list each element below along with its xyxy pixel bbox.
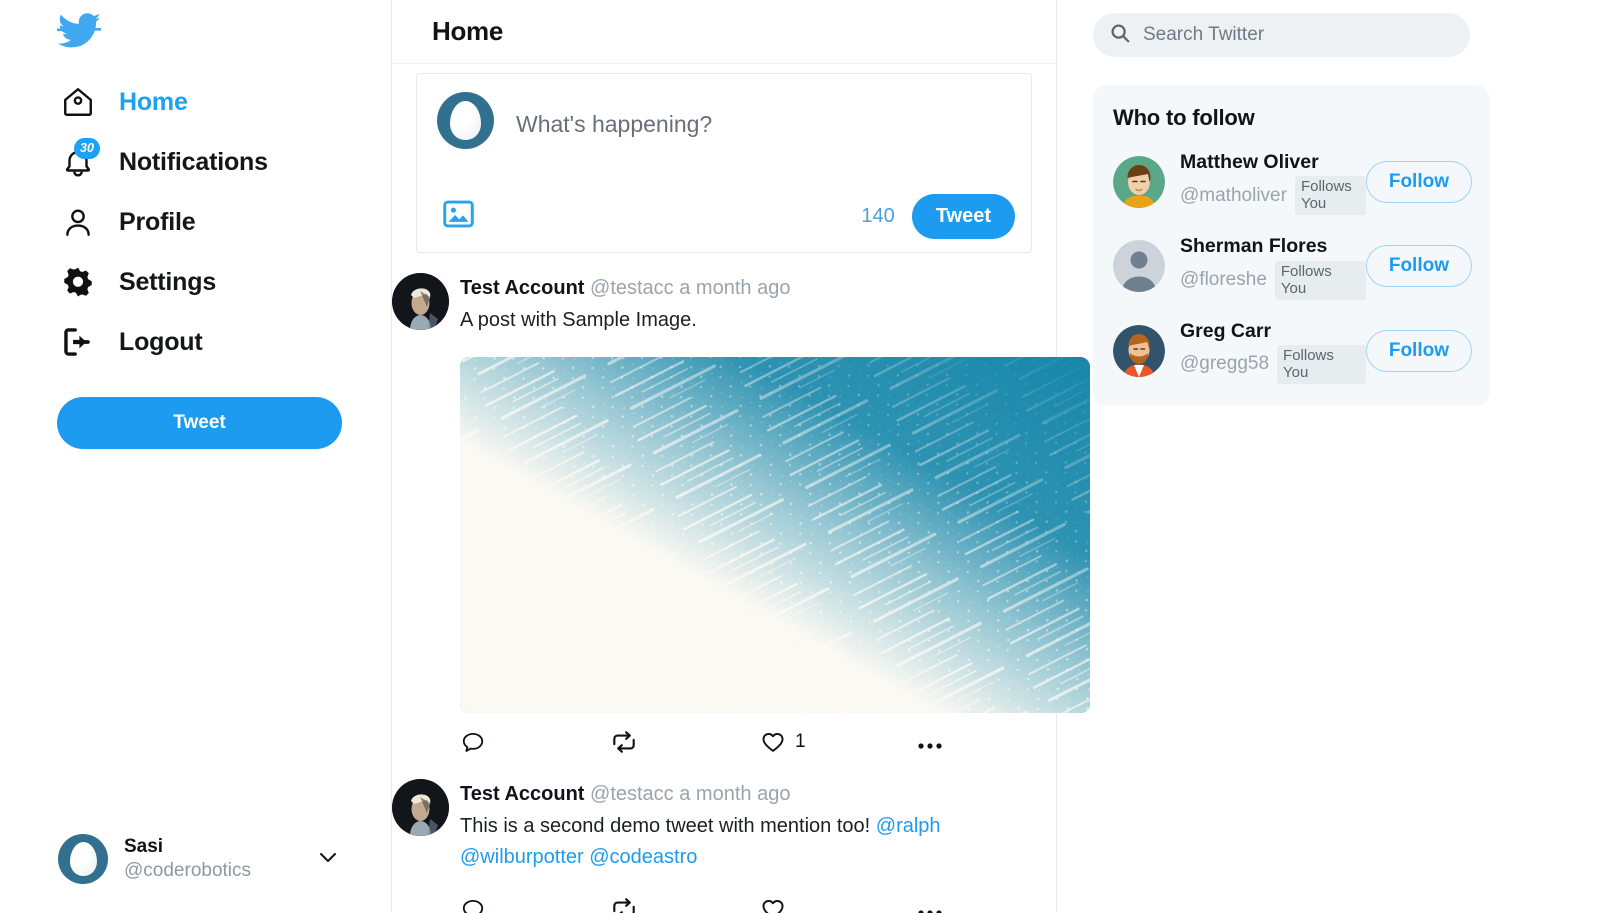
more-button[interactable] (916, 729, 944, 755)
page-title: Home (432, 16, 504, 46)
like-button[interactable]: 1 (760, 729, 910, 755)
notifications-badge: 30 (74, 138, 100, 159)
follow-button[interactable]: Follow (1365, 245, 1472, 288)
suggested-user-row: Greg Carr @gregg58 Follows You Follow (1093, 300, 1490, 384)
tweet-text: This is a second demo tweet with mention… (460, 815, 876, 838)
avatar-green-man[interactable] (1113, 156, 1165, 209)
portrait-avatar[interactable] (392, 273, 449, 330)
tweet-text-input[interactable] (516, 92, 936, 149)
follow-button[interactable]: Follow (1365, 161, 1472, 204)
tweet-author-handle[interactable]: @testacc (590, 277, 674, 299)
suggested-user-handle[interactable]: @matholiver (1180, 185, 1287, 207)
tweet-author-name[interactable]: Test Account (460, 277, 584, 299)
search-bar[interactable] (1093, 13, 1470, 57)
home-icon (58, 82, 98, 122)
sidebar-item-settings[interactable]: Settings (58, 252, 391, 312)
search-icon (1109, 22, 1131, 49)
mention-link[interactable]: @codeastro (589, 846, 697, 868)
like-button[interactable] (760, 896, 910, 913)
main-timeline: Home 140 Tweet (392, 0, 1090, 913)
avatar-placeholder[interactable] (1113, 240, 1165, 293)
retweet-button[interactable] (610, 729, 760, 755)
suggested-user-meta: Sherman Flores @floreshe Follows You (1180, 233, 1366, 300)
egg-avatar (437, 92, 494, 149)
tweet-author-handle[interactable]: @testacc (590, 783, 674, 805)
suggested-user-row: Sherman Flores @floreshe Follows You Fol… (1093, 215, 1490, 300)
sidebar-item-label: Home (119, 87, 188, 116)
right-sidebar: Who to follow Matthew Oliver @ma (1057, 0, 1600, 913)
sidebar-item-home[interactable]: Home (58, 72, 391, 132)
sidebar-item-label: Notifications (119, 147, 268, 176)
timeline-header: Home (392, 0, 1056, 64)
suggested-user-name[interactable]: Greg Carr (1180, 318, 1366, 344)
tweet-actions (460, 896, 960, 913)
follows-you-badge: Follows You (1294, 176, 1366, 216)
sidebar-item-label: Profile (119, 207, 196, 236)
image-upload-icon[interactable] (443, 200, 474, 233)
egg-avatar (58, 834, 108, 884)
sidebar-item-notifications[interactable]: 30 Notifications (58, 132, 391, 192)
tweet-timestamp: a month ago (679, 783, 791, 806)
bell-icon: 30 (58, 138, 100, 182)
account-switcher[interactable]: Sasi @coderobotics (58, 829, 358, 889)
suggested-user-meta: Matthew Oliver @matholiver Follows You (1180, 149, 1366, 216)
sidebar-item-logout[interactable]: Logout (58, 312, 391, 372)
tweet-author-name[interactable]: Test Account (460, 783, 584, 805)
twitter-bird-icon (55, 10, 391, 52)
mention-link[interactable]: @wilburpotter (460, 846, 584, 868)
sidebar-item-label: Logout (119, 327, 203, 356)
who-to-follow-panel: Who to follow Matthew Oliver @matholiver… (1093, 85, 1490, 406)
account-handle: @coderobotics (124, 860, 252, 881)
follow-button[interactable]: Follow (1365, 329, 1472, 372)
more-button[interactable] (916, 896, 944, 913)
suggested-user-row: Matthew Oliver @matholiver Follows You F… (1093, 131, 1490, 216)
tweet-image[interactable] (460, 357, 1090, 714)
suggested-user-name[interactable]: Sherman Flores (1180, 233, 1366, 259)
tweet-meta: Test Account @testacc a month ago (460, 779, 1056, 809)
sidebar-tweet-button[interactable]: Tweet (57, 397, 342, 449)
twitter-app: Home 30 Notifications Profile Settings L… (0, 0, 1600, 913)
tweet-body: Test Account @testacc a month ago This i… (460, 779, 1056, 913)
suggested-user-handle[interactable]: @floreshe (1180, 269, 1267, 291)
search-input[interactable] (1143, 24, 1443, 46)
char-counter: 140 (861, 205, 895, 227)
tweet-item: Test Account @testacc a month ago A post… (392, 253, 1090, 755)
tweet-composer[interactable]: 140 Tweet (416, 73, 1032, 253)
brand-logo[interactable] (0, 0, 391, 66)
composer-tweet-button[interactable]: Tweet (911, 194, 1015, 239)
gear-icon (58, 262, 98, 302)
composer-toolbar: 140 Tweet (417, 194, 1031, 239)
follows-you-badge: Follows You (1274, 260, 1366, 300)
like-count: 1 (795, 731, 806, 753)
avatar-bearded-man[interactable] (1113, 324, 1165, 377)
tweet-text: A post with Sample Image. (460, 309, 697, 331)
account-meta: Sasi @coderobotics (124, 835, 251, 883)
tweet-body: Test Account @testacc a month ago A post… (460, 273, 1090, 755)
account-name: Sasi (124, 836, 164, 858)
reply-button[interactable] (460, 896, 610, 913)
logout-icon (58, 322, 98, 362)
tweet-timestamp: a month ago (679, 277, 791, 299)
follows-you-badge: Follows You (1277, 344, 1366, 384)
tweet-actions: 1 (460, 729, 960, 755)
suggested-user-meta: Greg Carr @gregg58 Follows You (1180, 318, 1366, 384)
tweet-item: Test Account @testacc a month ago This i… (392, 755, 1056, 913)
reply-button[interactable] (460, 729, 610, 755)
tweet-meta: Test Account @testacc a month ago (460, 273, 1056, 303)
retweet-button[interactable] (610, 896, 760, 913)
sidebar-item-profile[interactable]: Profile (58, 192, 391, 252)
tweet-text-with-mentions: This is a second demo tweet with mention… (460, 811, 950, 872)
suggested-user-handle[interactable]: @gregg58 (1180, 353, 1269, 375)
composer-top (417, 74, 1031, 149)
mention-link[interactable]: @ralph (876, 815, 941, 837)
left-sidebar: Home 30 Notifications Profile Settings L… (0, 0, 392, 913)
sidebar-nav: Home 30 Notifications Profile Settings L… (0, 72, 391, 372)
portrait-avatar[interactable] (392, 779, 449, 837)
chevron-down-icon[interactable] (316, 845, 340, 874)
sidebar-item-label: Settings (119, 267, 217, 296)
who-to-follow-title: Who to follow (1113, 105, 1255, 130)
person-icon (58, 202, 98, 242)
suggested-user-name[interactable]: Matthew Oliver (1180, 149, 1366, 175)
